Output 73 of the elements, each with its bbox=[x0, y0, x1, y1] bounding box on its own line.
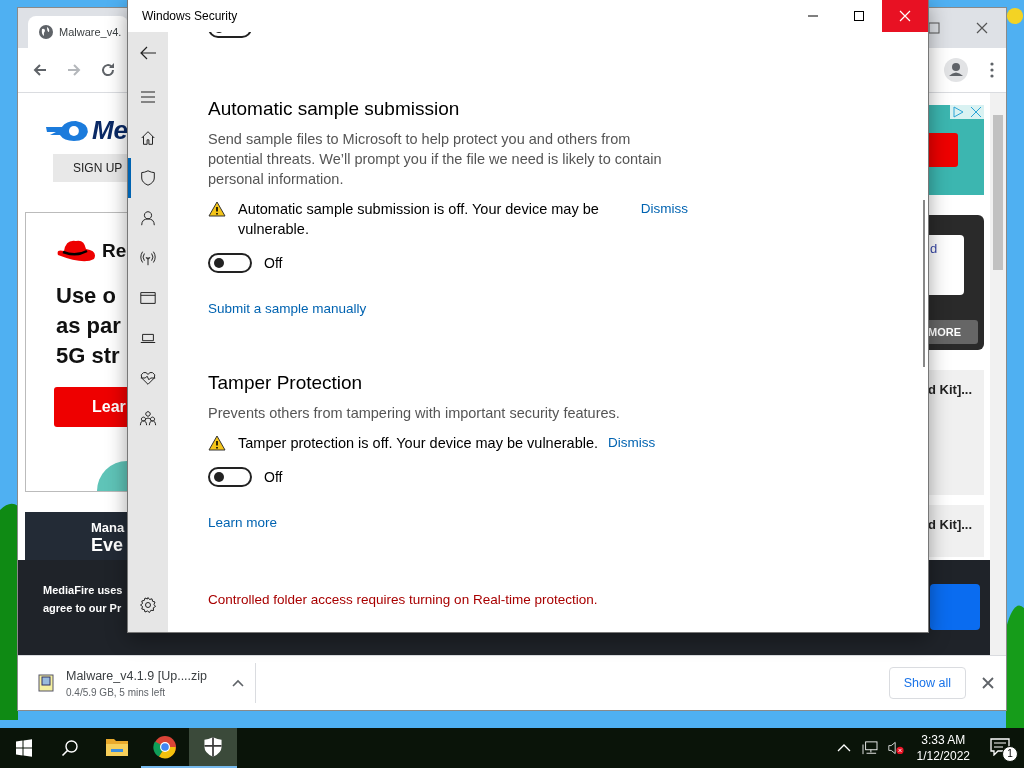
section-heading: Automatic sample submission bbox=[208, 98, 461, 120]
section-heading: Tamper Protection bbox=[208, 372, 364, 394]
back-icon[interactable] bbox=[32, 62, 48, 78]
browser-tab[interactable]: Malware_v4. bbox=[28, 16, 128, 48]
cookie-text: agree to our Pr bbox=[43, 602, 123, 614]
settings-icon[interactable] bbox=[139, 596, 157, 614]
close-icon bbox=[899, 10, 911, 22]
network-icon[interactable] bbox=[861, 741, 878, 755]
ad-headline: as par bbox=[56, 312, 122, 340]
shield-icon bbox=[139, 169, 157, 187]
section-description: Send sample files to Microsoft to help protect you and others from potential threats. We’ll prompt you if the file we need is likely to contain personal information. bbox=[208, 130, 663, 189]
warning-icon bbox=[208, 435, 226, 451]
brand-text: Re bbox=[102, 240, 127, 262]
card-panel: d bbox=[928, 235, 964, 295]
menu-icon[interactable] bbox=[139, 88, 157, 106]
maximize-icon[interactable] bbox=[853, 10, 865, 22]
minimize-icon[interactable] bbox=[807, 15, 819, 17]
zip-file-icon bbox=[36, 673, 56, 693]
show-all-button[interactable]: Show all bbox=[888, 667, 966, 699]
toggle-switch[interactable] bbox=[208, 253, 252, 273]
shield-icon bbox=[202, 736, 224, 758]
warning-text: Automatic sample submission is off. Your device may be vulnerable. bbox=[238, 200, 600, 239]
person-icon bbox=[139, 209, 157, 227]
toggle-label: Off bbox=[264, 469, 283, 485]
chrome-icon bbox=[153, 735, 177, 759]
warning-text: Tamper protection is off. Your device may be vulnerable. bbox=[238, 434, 599, 453]
dismiss-link[interactable]: Dismiss bbox=[608, 433, 656, 453]
toggle-switch[interactable] bbox=[208, 467, 252, 487]
error-message: Controlled folder access requires turning on Real-time protection. bbox=[208, 592, 599, 607]
learn-button[interactable]: Lear bbox=[54, 387, 128, 427]
notification-badge: 1 bbox=[1002, 746, 1018, 762]
flame-logo-icon bbox=[44, 118, 90, 143]
close-icon[interactable] bbox=[982, 677, 994, 689]
warning-icon bbox=[208, 201, 226, 217]
scrollbar[interactable] bbox=[990, 93, 1006, 655]
sign-up-button[interactable]: SIGN UP bbox=[53, 154, 128, 182]
menu-icon[interactable] bbox=[990, 62, 994, 78]
dismiss-link[interactable]: Dismiss bbox=[640, 199, 688, 219]
window-icon bbox=[139, 289, 157, 307]
logo-text: Me bbox=[91, 115, 128, 146]
more-button[interactable]: MORE bbox=[928, 320, 978, 344]
globe-icon bbox=[38, 24, 54, 40]
muted-speaker-icon[interactable] bbox=[887, 741, 904, 755]
download-status: 0.4/5.9 GB, 5 mins left bbox=[66, 686, 166, 698]
toggle-label: Off bbox=[264, 255, 283, 271]
shield-taskbar-button[interactable] bbox=[189, 728, 237, 768]
reload-icon[interactable] bbox=[100, 62, 116, 78]
home-icon bbox=[139, 129, 157, 147]
back-icon[interactable] bbox=[139, 44, 157, 62]
folder-icon bbox=[105, 736, 129, 758]
notification-icon[interactable] bbox=[990, 738, 1010, 756]
people-icon bbox=[139, 409, 157, 427]
clock-date[interactable]: 1/12/2022 bbox=[916, 748, 970, 764]
window-title: Windows Security bbox=[142, 9, 238, 23]
caret-icon[interactable] bbox=[232, 679, 244, 687]
heart-pulse-icon bbox=[139, 369, 157, 387]
section-description: Prevents others from tampering with important security features. bbox=[208, 404, 621, 423]
antenna-icon bbox=[139, 249, 157, 267]
search-icon[interactable] bbox=[61, 739, 79, 757]
file-item[interactable]: d Kit]... bbox=[928, 505, 984, 557]
close-icon[interactable] bbox=[976, 22, 988, 34]
section-link[interactable]: Submit a sample manually bbox=[208, 301, 367, 316]
scrollbar[interactable] bbox=[923, 200, 925, 367]
circle-shape-icon bbox=[97, 461, 127, 491]
section-link[interactable]: Learn more bbox=[208, 515, 278, 530]
profile-icon[interactable] bbox=[944, 58, 968, 82]
ad-headline: Use o bbox=[56, 282, 117, 310]
download-file-name[interactable]: Malware_v4.1.9 [Up....zip bbox=[66, 668, 216, 683]
start-icon[interactable] bbox=[15, 739, 33, 757]
ad-headline: 5G str bbox=[56, 342, 121, 370]
clock-time[interactable]: 3:33 AM bbox=[921, 732, 966, 748]
cookie-text: MediaFire uses bbox=[43, 584, 123, 596]
file-item[interactable]: d Kit]... bbox=[928, 370, 984, 495]
